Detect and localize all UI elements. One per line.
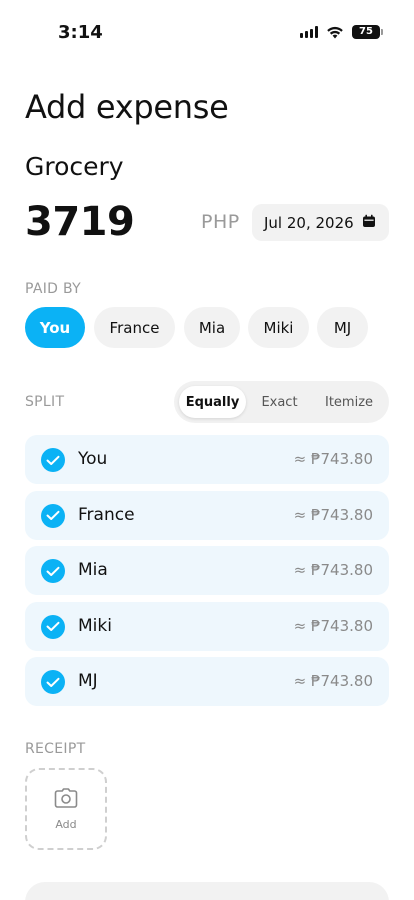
bottom-action-bar[interactable]	[25, 882, 389, 900]
split-member-name: MJ	[78, 671, 98, 691]
receipt-label: RECEIPT	[25, 741, 86, 757]
page-title: Add expense	[25, 88, 229, 126]
expense-name[interactable]: Grocery	[25, 152, 124, 181]
split-label: SPLIT	[25, 394, 65, 410]
split-member-amount: ≈ ₱743.80	[293, 561, 373, 579]
payer-chip-france[interactable]: France	[94, 307, 175, 348]
calendar-icon	[362, 213, 376, 232]
check-icon[interactable]	[41, 503, 65, 528]
split-member-name: Mia	[78, 560, 108, 580]
add-receipt-button[interactable]: Add	[25, 768, 107, 850]
split-member-name: You	[78, 449, 108, 469]
check-icon[interactable]	[41, 614, 65, 639]
status-time: 3:14	[58, 22, 103, 43]
split-member-amount: ≈ ₱743.80	[293, 505, 373, 524]
status-bar: 3:14 75	[0, 0, 414, 60]
split-mode-equally[interactable]: Equally	[179, 386, 246, 418]
split-member-name: France	[78, 504, 135, 525]
payer-chip-miki[interactable]: Miki	[248, 307, 309, 348]
paid-by-label: PAID BY	[25, 281, 81, 297]
split-member-amount: ≈ ₱743.80	[293, 672, 373, 690]
cellular-signal-icon	[300, 26, 318, 38]
split-mode-itemize[interactable]: Itemize	[313, 386, 385, 418]
split-row[interactable]: MJ ≈ ₱743.80	[25, 657, 389, 706]
split-member-amount: ≈ ₱743.80	[293, 450, 373, 468]
payer-chip-you[interactable]: You	[25, 307, 85, 348]
split-row[interactable]: France ≈ ₱743.80	[25, 490, 389, 540]
check-icon[interactable]	[41, 559, 65, 583]
split-mode-exact[interactable]: Exact	[248, 386, 311, 418]
payer-chip-mia[interactable]: Mia	[184, 307, 240, 348]
split-mode-selector: Equally Exact Itemize	[174, 381, 389, 423]
split-row[interactable]: Mia ≈ ₱743.80	[25, 546, 389, 595]
check-icon[interactable]	[41, 448, 65, 472]
split-member-amount: ≈ ₱743.80	[293, 616, 373, 635]
date-picker-button[interactable]: Jul 20, 2026	[252, 204, 389, 241]
add-receipt-label: Add	[55, 817, 77, 831]
split-row[interactable]: Miki ≈ ₱743.80	[25, 601, 389, 651]
check-icon[interactable]	[41, 670, 65, 694]
camera-icon	[54, 787, 78, 812]
split-member-name: Miki	[78, 615, 112, 636]
expense-amount[interactable]: 3719	[25, 199, 135, 245]
currency-selector[interactable]: PHP	[201, 211, 240, 233]
split-row[interactable]: You ≈ ₱743.80	[25, 435, 389, 484]
wifi-icon	[326, 26, 344, 39]
date-text: Jul 20, 2026	[264, 213, 354, 232]
status-icons: 75	[300, 25, 383, 39]
battery-icon: 75	[352, 25, 383, 39]
payer-chip-mj[interactable]: MJ	[317, 307, 368, 348]
